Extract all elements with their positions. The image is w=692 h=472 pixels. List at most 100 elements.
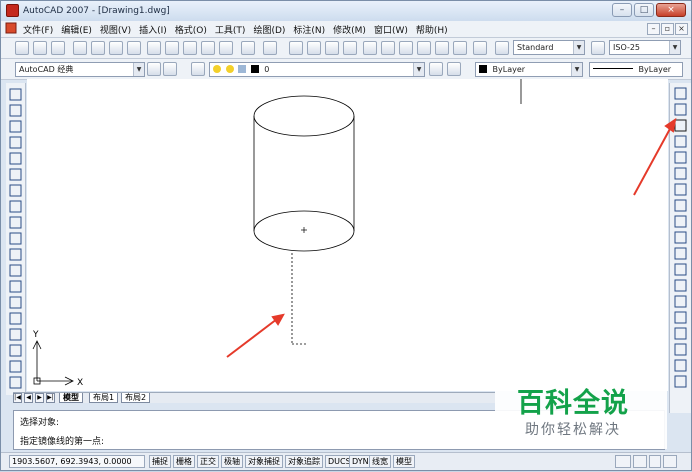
workspace-settings-icon[interactable]	[147, 62, 161, 76]
status-menu-chevron-icon[interactable]	[649, 455, 661, 468]
drawing-canvas[interactable]: Y X	[27, 79, 668, 391]
tab-model[interactable]: 模型	[59, 393, 83, 403]
polygon-icon[interactable]	[9, 136, 22, 149]
point-icon[interactable]	[9, 296, 22, 309]
tab-first-button[interactable]: |◀	[13, 393, 22, 403]
3d-dwf-icon[interactable]	[127, 41, 141, 55]
toggle-polar[interactable]: 极轴	[221, 455, 243, 468]
menu-draw[interactable]: 绘图(D)	[249, 23, 289, 36]
zoom-realtime-icon[interactable]	[307, 41, 321, 55]
color-select[interactable]: ByLayer ▼	[475, 62, 583, 77]
ellipse-arc-icon[interactable]	[9, 248, 22, 261]
plot-preview-icon[interactable]	[91, 41, 105, 55]
trim-icon[interactable]	[674, 231, 687, 244]
print-icon[interactable]	[73, 41, 87, 55]
autocad-app-icon[interactable]	[6, 4, 19, 17]
sheet-set-icon[interactable]	[417, 41, 431, 55]
move-icon[interactable]	[674, 167, 687, 180]
markup-icon[interactable]	[435, 41, 449, 55]
break-at-point-icon[interactable]	[674, 263, 687, 276]
layer-manager-icon[interactable]	[191, 62, 205, 76]
extend-icon[interactable]	[674, 247, 687, 260]
break-icon[interactable]	[674, 279, 687, 292]
erase-icon[interactable]	[674, 87, 687, 100]
rectangle-icon[interactable]	[9, 152, 22, 165]
toggle-grid[interactable]: 栅格	[173, 455, 195, 468]
workspace-select[interactable]: AutoCAD 经典 ▼	[15, 62, 145, 77]
menu-edit[interactable]: 编辑(E)	[57, 23, 96, 36]
spline-icon[interactable]	[9, 216, 22, 229]
explode-icon[interactable]	[674, 343, 687, 356]
paste-icon[interactable]	[183, 41, 197, 55]
dim-style-select[interactable]: ISO-25 ▼	[609, 40, 681, 55]
zoom-window-icon[interactable]	[325, 41, 339, 55]
design-center-icon[interactable]	[381, 41, 395, 55]
tab-layout2[interactable]: 布局2	[121, 393, 151, 403]
tab-next-button[interactable]: ▶	[35, 393, 44, 403]
multiline-text-icon[interactable]	[9, 376, 22, 389]
draw-order-icon[interactable]	[674, 359, 687, 372]
tab-last-button[interactable]: ▶|	[46, 393, 55, 403]
tab-prev-button[interactable]: ◀	[24, 393, 33, 403]
block-editor-icon[interactable]	[219, 41, 233, 55]
cut-icon[interactable]	[147, 41, 161, 55]
menu-window[interactable]: 窗口(W)	[370, 23, 412, 36]
undo-icon[interactable]	[241, 41, 255, 55]
tab-layout1[interactable]: 布局1	[89, 393, 119, 403]
insert-block-icon[interactable]	[9, 264, 22, 277]
copy-object-icon[interactable]	[674, 103, 687, 116]
construction-line-icon[interactable]	[9, 104, 22, 117]
doc-minimize-button[interactable]: –	[647, 23, 660, 35]
lock-toolbar-icon[interactable]	[633, 455, 647, 468]
region-icon[interactable]	[9, 344, 22, 357]
line-icon[interactable]	[9, 88, 22, 101]
offset-icon[interactable]	[674, 135, 687, 148]
menu-file[interactable]: 文件(F)	[19, 23, 57, 36]
zoom-previous-icon[interactable]	[343, 41, 357, 55]
help-icon[interactable]	[473, 41, 487, 55]
toggle-snap[interactable]: 捕捉	[149, 455, 171, 468]
chamfer-icon[interactable]	[674, 311, 687, 324]
menu-tools[interactable]: 工具(T)	[211, 23, 250, 36]
menu-dimension[interactable]: 标注(N)	[289, 23, 329, 36]
make-layer-current-icon[interactable]	[429, 62, 443, 76]
workspace-save-icon[interactable]	[163, 62, 177, 76]
linetype-select[interactable]: ByLayer	[589, 62, 683, 77]
dim-style-icon[interactable]	[591, 41, 605, 55]
layer-select[interactable]: 0 ▼	[209, 62, 425, 77]
menu-insert[interactable]: 插入(I)	[135, 23, 171, 36]
close-button[interactable]: ×	[656, 3, 686, 17]
text-style-select[interactable]: Standard ▼	[513, 40, 585, 55]
toggle-model-space[interactable]: 模型	[393, 455, 415, 468]
redo-icon[interactable]	[263, 41, 277, 55]
properties-icon[interactable]	[363, 41, 377, 55]
calculator-icon[interactable]	[453, 41, 467, 55]
join-icon[interactable]	[674, 295, 687, 308]
copy-icon[interactable]	[165, 41, 179, 55]
save-icon[interactable]	[51, 41, 65, 55]
publish-icon[interactable]	[109, 41, 123, 55]
menu-modify[interactable]: 修改(M)	[329, 23, 370, 36]
toggle-ortho[interactable]: 正交	[197, 455, 219, 468]
menu-format[interactable]: 格式(O)	[171, 23, 211, 36]
ellipse-icon[interactable]	[9, 232, 22, 245]
scale-icon[interactable]	[674, 199, 687, 212]
text-style-icon[interactable]	[495, 41, 509, 55]
fillet-icon[interactable]	[674, 327, 687, 340]
minimize-button[interactable]: –	[612, 3, 632, 17]
doc-restore-button[interactable]: ▫	[661, 23, 674, 35]
hatch-icon[interactable]	[9, 312, 22, 325]
arc-icon[interactable]	[9, 168, 22, 181]
menu-view[interactable]: 视图(V)	[96, 23, 135, 36]
toggle-lineweight[interactable]: 线宽	[369, 455, 391, 468]
open-icon[interactable]	[33, 41, 47, 55]
toggle-otrack[interactable]: 对象追踪	[285, 455, 323, 468]
stretch-icon[interactable]	[674, 215, 687, 228]
communication-center-icon[interactable]	[615, 455, 631, 468]
scroll-icon[interactable]	[674, 375, 687, 388]
new-icon[interactable]	[15, 41, 29, 55]
toggle-osnap[interactable]: 对象捕捉	[245, 455, 283, 468]
clean-screen-icon[interactable]	[663, 455, 677, 468]
circle-icon[interactable]	[9, 184, 22, 197]
make-block-icon[interactable]	[9, 280, 22, 293]
